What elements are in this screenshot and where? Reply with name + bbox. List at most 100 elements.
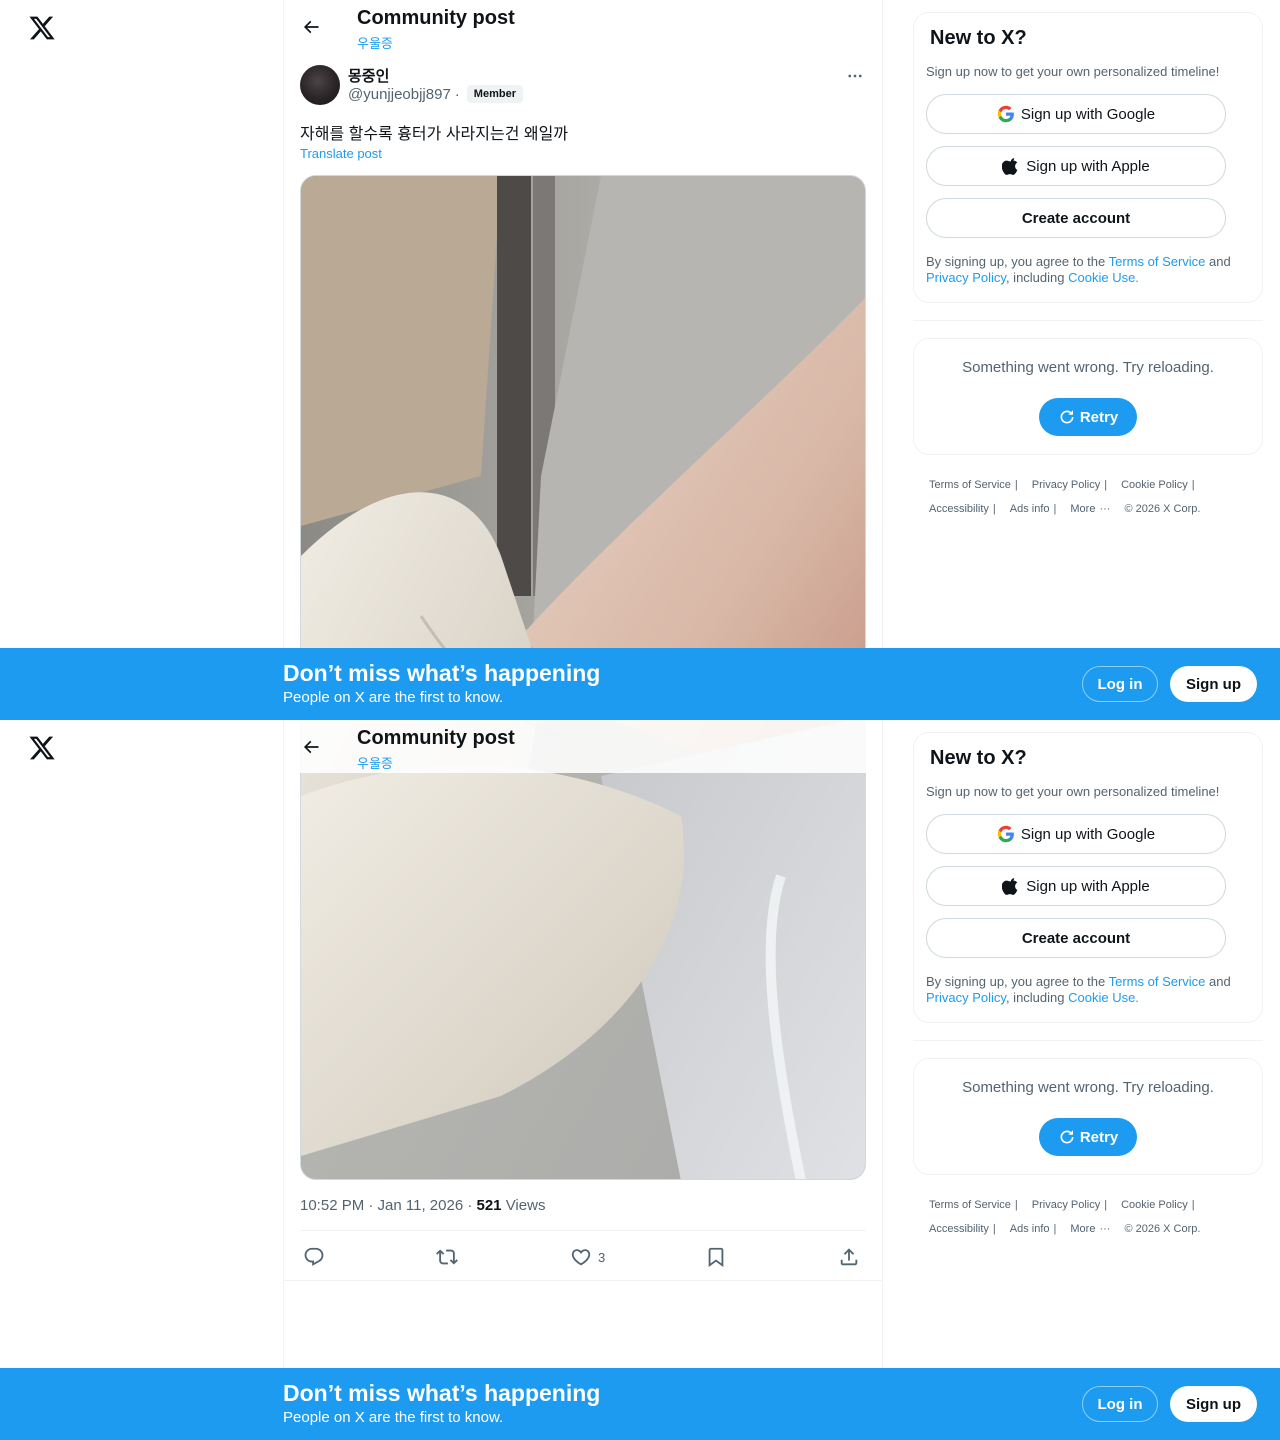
error-card: Something went wrong. Try reloading. Ret…: [913, 338, 1263, 455]
terms-notice: By signing up, you agree to the Terms of…: [926, 254, 1250, 286]
create-account-button[interactable]: Create account: [926, 918, 1226, 958]
login-button[interactable]: Log in: [1082, 666, 1158, 702]
signup-button[interactable]: Sign up: [1170, 666, 1257, 702]
community-link[interactable]: 우울증: [357, 753, 393, 772]
footer-terms-link[interactable]: Terms of Service: [929, 1199, 1011, 1211]
signup-button[interactable]: Sign up: [1170, 1386, 1257, 1422]
terms-prefix: By signing up, you agree to the: [926, 254, 1109, 269]
terms-of-service-link[interactable]: Terms of Service: [1109, 974, 1206, 989]
footer-accessibility-link[interactable]: Accessibility: [929, 503, 989, 515]
display-name[interactable]: 몽중인: [348, 65, 389, 86]
translate-post-link[interactable]: Translate post: [300, 146, 382, 161]
post-photo[interactable]: [300, 720, 866, 1180]
page-title: Community post: [357, 7, 515, 29]
post-meta: 10:52 PM · Jan 11, 2026 · 521 Views: [300, 1197, 545, 1214]
cookie-use-link[interactable]: Cookie Use.: [1068, 270, 1139, 285]
sidebar-divider: [913, 1040, 1263, 1041]
separator: ·: [454, 85, 460, 103]
sidebar: New to X? Sign up now to get your own pe…: [913, 12, 1263, 521]
google-signup-button[interactable]: Sign up with Google: [926, 94, 1226, 134]
footer-ads-link[interactable]: Ads info: [1010, 1223, 1050, 1235]
footer-separator: |: [1191, 479, 1195, 491]
like-button[interactable]: 3: [570, 1240, 605, 1274]
back-button[interactable]: [296, 10, 326, 44]
primary-column: Community post 우울증 10:52 PM · Jan 11, 20…: [283, 720, 883, 1440]
more-dots-icon: ···: [1099, 503, 1111, 515]
refresh-icon: [1060, 1130, 1074, 1144]
user-handle[interactable]: @yunjjeobjj897: [348, 86, 451, 103]
footer-separator: |: [1053, 503, 1057, 515]
footer-cookie-link[interactable]: Cookie Policy: [1121, 479, 1188, 491]
retry-label: Retry: [1079, 1128, 1119, 1146]
retry-button[interactable]: Retry: [1039, 398, 1137, 436]
share-icon: [840, 1248, 858, 1266]
post-timestamp[interactable]: 10:52 PM · Jan 11, 2026 ·: [300, 1197, 477, 1214]
post-text: 자해를 할수록 흉터가 사라지는건 왜일까: [300, 126, 569, 143]
footer-privacy-link[interactable]: Privacy Policy: [1032, 1199, 1100, 1211]
footer-more-link[interactable]: More: [1070, 503, 1095, 515]
google-signup-label: Sign up with Google: [1020, 105, 1156, 123]
share-button[interactable]: [838, 1240, 860, 1274]
footer-separator: |: [1104, 479, 1108, 491]
error-message: Something went wrong. Try reloading.: [962, 1079, 1214, 1096]
repost-button[interactable]: [436, 1240, 458, 1274]
footer-links: Terms of Service | Privacy Policy | Cookie P…: [913, 473, 1243, 521]
more-horizontal-icon: [848, 74, 862, 78]
footer-ads-link[interactable]: Ads info: [1010, 503, 1050, 515]
footer-separator: |: [1191, 1199, 1195, 1211]
post-photo[interactable]: [300, 175, 866, 720]
arrow-left-icon: [303, 740, 319, 754]
community-link[interactable]: 우울증: [357, 33, 393, 52]
signup-card: New to X? Sign up now to get your own pe…: [913, 12, 1263, 303]
footer-links: Terms of Service | Privacy Policy | Cookie P…: [913, 1193, 1243, 1241]
reply-icon: [304, 1247, 324, 1266]
error-card: Something went wrong. Try reloading. Ret…: [913, 1058, 1263, 1175]
terms-notice: By signing up, you agree to the Terms of…: [926, 974, 1250, 1006]
x-logo-icon[interactable]: [28, 14, 56, 42]
refresh-icon: [1060, 410, 1074, 424]
banner-subtitle: People on X are the first to know.: [283, 689, 504, 706]
repost-icon: [436, 1249, 458, 1265]
create-account-button[interactable]: Create account: [926, 198, 1226, 238]
apple-signup-button[interactable]: Sign up with Apple: [926, 866, 1226, 906]
terms-including: , including: [1005, 270, 1069, 285]
screen-bottom: Community post 우울증 10:52 PM · Jan 11, 20…: [0, 720, 1280, 1440]
login-banner: Don’t miss what’s happening People on X …: [0, 648, 1280, 720]
signup-card: New to X? Sign up now to get your own pe…: [913, 732, 1263, 1023]
x-logo-icon[interactable]: [28, 734, 56, 762]
divider: [284, 1280, 882, 1281]
avatar[interactable]: [300, 65, 340, 105]
page-header: Community post 우울증: [284, 0, 882, 53]
terms-of-service-link[interactable]: Terms of Service: [1109, 254, 1206, 269]
cookie-use-link[interactable]: Cookie Use.: [1068, 990, 1139, 1005]
divider: [300, 1230, 866, 1231]
post-author: 몽중인 @yunjjeobjj897 · Member: [300, 62, 866, 108]
login-button[interactable]: Log in: [1082, 1386, 1158, 1422]
footer-more-link[interactable]: More: [1070, 1223, 1095, 1235]
terms-including: , including: [1005, 990, 1069, 1005]
banner-subtitle: People on X are the first to know.: [283, 1409, 504, 1426]
error-message: Something went wrong. Try reloading.: [962, 359, 1214, 376]
footer-terms-link[interactable]: Terms of Service: [929, 479, 1011, 491]
more-options-button[interactable]: [844, 65, 866, 87]
privacy-policy-link[interactable]: Privacy Policy: [926, 270, 1006, 285]
privacy-policy-link[interactable]: Privacy Policy: [926, 990, 1006, 1005]
login-banner: Don’t miss what’s happening People on X …: [0, 1368, 1280, 1440]
member-badge: Member: [466, 85, 523, 103]
sidebar: New to X? Sign up now to get your own pe…: [913, 732, 1263, 1241]
retry-button[interactable]: Retry: [1039, 1118, 1137, 1156]
views-count: 521: [476, 1197, 502, 1214]
back-button[interactable]: [296, 730, 326, 764]
reply-button[interactable]: [303, 1240, 325, 1274]
apple-signup-button[interactable]: Sign up with Apple: [926, 146, 1226, 186]
footer-separator: |: [1014, 1199, 1018, 1211]
footer-privacy-link[interactable]: Privacy Policy: [1032, 479, 1100, 491]
banner-title: Don’t miss what’s happening: [283, 660, 601, 686]
footer-accessibility-link[interactable]: Accessibility: [929, 1223, 989, 1235]
page-header: Community post 우울증: [284, 720, 882, 773]
bookmark-button[interactable]: [705, 1240, 727, 1274]
footer-separator: |: [992, 1223, 996, 1235]
footer-cookie-link[interactable]: Cookie Policy: [1121, 1199, 1188, 1211]
copyright: © 2026 X Corp.: [1124, 1223, 1201, 1235]
google-signup-button[interactable]: Sign up with Google: [926, 814, 1226, 854]
